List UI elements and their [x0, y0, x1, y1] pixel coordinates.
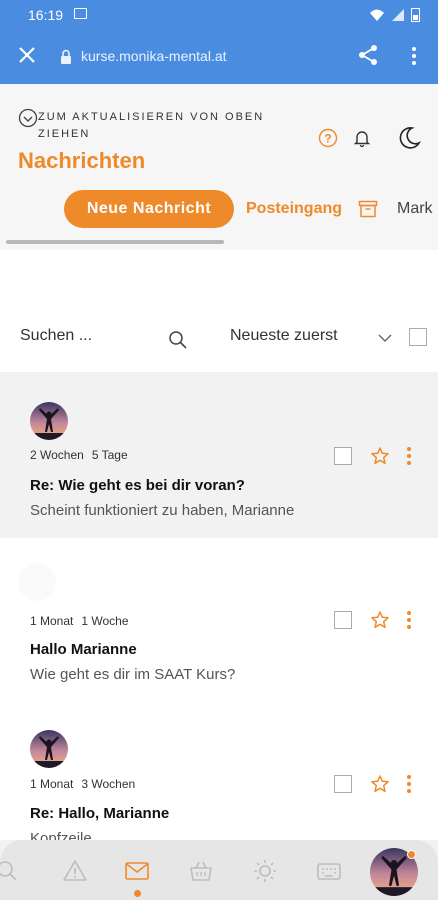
avatar	[30, 730, 68, 768]
image-notification-icon	[74, 8, 87, 19]
star-icon[interactable]	[370, 610, 390, 630]
message-item[interactable]: 2 Wochen 5 Tage Re: Wie geht es bei dir v…	[0, 372, 438, 538]
tab-marked[interactable]: Mark	[397, 200, 433, 218]
message-subject[interactable]: Re: Wie geht es bei dir voran?	[30, 477, 245, 494]
message-menu-icon[interactable]	[403, 610, 415, 630]
lock-icon	[61, 49, 71, 64]
search-icon[interactable]	[168, 330, 188, 350]
signal-icon	[392, 8, 404, 21]
browser-toolbar: kurse.monika-mental.at	[0, 30, 438, 84]
status-bar: 16:19	[0, 0, 438, 30]
archive-icon[interactable]	[358, 200, 378, 218]
more-options-icon[interactable]	[404, 45, 424, 67]
mail-icon[interactable]	[124, 858, 150, 884]
avatar	[18, 563, 56, 601]
svg-text:?: ?	[324, 132, 331, 146]
message-menu-icon[interactable]	[403, 774, 415, 794]
date-part: 5 Tage	[91, 448, 128, 462]
message-preview[interactable]: Scheint funktioniert zu haben, Marianne	[30, 502, 294, 519]
help-icon[interactable]: ?	[318, 128, 338, 148]
page-title: Nachrichten	[18, 148, 146, 173]
tab-inbox[interactable]: Posteingang	[246, 200, 342, 218]
message-date: 1 Monat 3 Wochen	[30, 777, 135, 791]
date-part: 3 Wochen	[81, 777, 136, 791]
message-preview[interactable]: Wie geht es dir im SAAT Kurs?	[30, 666, 235, 683]
message-subject[interactable]: Re: Hallo, Marianne	[30, 805, 169, 822]
message-menu-icon[interactable]	[403, 446, 415, 466]
select-all-checkbox[interactable]	[409, 328, 427, 346]
date-part: 1 Monat	[30, 614, 74, 628]
search-input[interactable]: Suchen ...	[20, 327, 92, 345]
close-icon[interactable]	[16, 44, 38, 66]
active-indicator	[134, 890, 141, 897]
search-bar: Suchen ... Neueste zuerst	[0, 250, 438, 372]
message-date: 1 Monat 1 Woche	[30, 614, 129, 628]
star-icon[interactable]	[370, 446, 390, 466]
page-header: ZUM AKTUALISIEREN VON OBEN ZIEHEN Nachri…	[0, 84, 438, 250]
message-item[interactable]: 1 Monat 3 Wochen Re: Hallo, Marianne Kopf…	[0, 710, 438, 847]
date-part: 1 Woche	[81, 614, 129, 628]
basket-icon[interactable]	[188, 858, 214, 884]
message-checkbox[interactable]	[334, 447, 352, 465]
message-checkbox[interactable]	[334, 611, 352, 629]
search-icon[interactable]	[0, 858, 20, 884]
battery-icon	[411, 8, 420, 22]
status-time: 16:19	[28, 7, 64, 23]
pull-refresh-icon	[18, 108, 38, 128]
date-part: 1 Monat	[30, 777, 74, 791]
system-icons	[369, 7, 420, 22]
new-message-button[interactable]: Neue Nachricht	[64, 190, 234, 228]
keyboard-icon[interactable]	[316, 858, 342, 884]
bell-icon[interactable]	[352, 128, 372, 148]
sun-icon[interactable]	[252, 858, 278, 884]
star-icon[interactable]	[370, 774, 390, 794]
sort-select[interactable]: Neueste zuerst	[230, 327, 338, 345]
chevron-down-icon[interactable]	[377, 331, 393, 345]
url-text[interactable]: kurse.monika-mental.at	[81, 48, 227, 64]
pull-refresh-hint: ZUM AKTUALISIEREN VON OBEN ZIEHEN	[38, 111, 265, 140]
bottom-nav	[0, 840, 438, 900]
tabs-scrollbar[interactable]	[6, 240, 224, 244]
date-part: 2 Wochen	[30, 448, 84, 462]
avatar	[30, 402, 68, 440]
message-item[interactable]: 1 Monat 1 Woche Hallo Marianne Wie geht e…	[0, 538, 438, 710]
warning-icon[interactable]	[62, 858, 88, 884]
message-checkbox[interactable]	[334, 775, 352, 793]
share-icon[interactable]	[357, 44, 379, 66]
message-subject[interactable]: Hallo Marianne	[30, 641, 137, 658]
message-date: 2 Wochen 5 Tage	[30, 448, 128, 462]
notification-dot	[407, 850, 416, 859]
wifi-icon	[370, 9, 384, 21]
moon-icon[interactable]	[397, 126, 421, 150]
